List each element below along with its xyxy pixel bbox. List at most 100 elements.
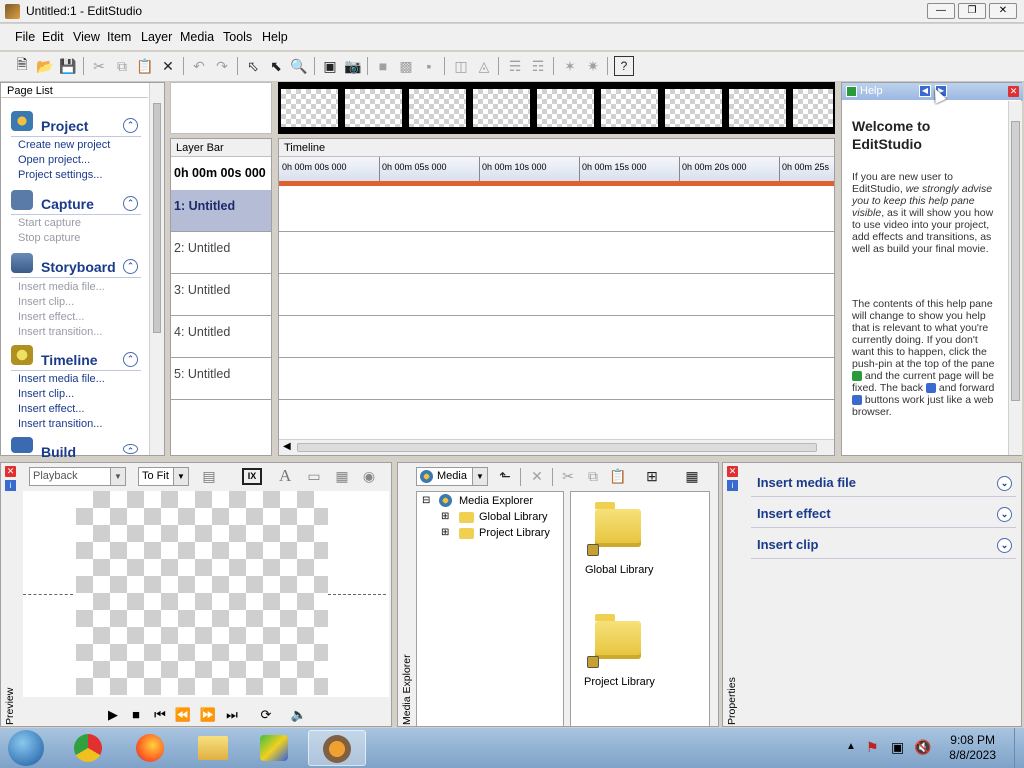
project-library-item[interactable] [587,614,641,668]
collapse-build-icon[interactable]: ⌃ [123,444,138,454]
open-icon[interactable]: 📂 [35,56,55,76]
layer-row-4[interactable]: 4: Untitled [171,316,271,358]
maximize-button[interactable]: ❐ [958,3,986,19]
overlay-icon[interactable]: ◉ [359,466,379,486]
collapse-project-icon[interactable]: ⌃ [123,118,138,133]
menu-media[interactable]: Media [180,30,214,44]
aspect-icon[interactable]: ▤ [199,466,219,486]
menu-layer[interactable]: Layer [141,30,172,44]
link-storyboard-insert-media[interactable]: Insert media file... [18,281,105,293]
timeline-track-4[interactable] [279,316,834,358]
volume-icon[interactable]: 🔈 [290,707,308,723]
explorer-taskbar-button[interactable] [184,730,242,766]
pin-icon[interactable]: ✶ [560,56,580,76]
expand-icon[interactable]: ⌄ [997,507,1012,522]
loop-icon[interactable]: ⟳ [257,707,275,723]
link-open-project[interactable]: Open project... [18,154,90,166]
time-ruler[interactable]: 0h 00m 00s 000 0h 00m 05s 000 0h 00m 10s… [279,157,834,181]
link-timeline-insert-effect[interactable]: Insert effect... [18,403,84,415]
help-scrollbar[interactable] [1008,101,1022,455]
timeline-track-5[interactable] [279,358,834,400]
import-icon[interactable]: ⊞ [642,466,662,486]
link-stop-capture[interactable]: Stop capture [18,232,80,244]
stop-icon[interactable]: ■ [127,707,145,723]
tree-expand-icon[interactable]: ⊞ [441,527,449,538]
rewind-icon[interactable]: ⏪ [174,707,192,723]
save-icon[interactable]: 💾 [58,56,78,76]
timeline-track-2[interactable] [279,232,834,274]
link-timeline-insert-transition[interactable]: Insert transition... [18,418,102,430]
view-mode-icon[interactable]: ▦ [682,466,702,486]
layer-row-5[interactable]: 5: Untitled [171,358,271,400]
prop-insert-media-file[interactable]: Insert media file ⌄ [751,471,1016,497]
cut-icon[interactable]: ✂ [89,56,109,76]
page-list-scrollbar[interactable] [149,83,164,455]
volume-muted-icon[interactable]: 🔇 [914,739,931,756]
play-icon[interactable]: ▶ [104,707,122,723]
scroll-thumb[interactable] [153,103,161,333]
expand-icon[interactable]: ⌄ [997,476,1012,491]
prop-insert-clip[interactable]: Insert clip ⌄ [751,533,1016,559]
link-timeline-insert-clip[interactable]: Insert clip... [18,388,74,400]
copy-icon[interactable]: ⧉ [112,56,132,76]
media-select[interactable]: Media ▼ [416,467,488,486]
info-icon[interactable]: i [5,480,16,491]
close-help-icon[interactable]: ✕ [1008,86,1019,97]
chrome-taskbar-button[interactable] [60,730,118,766]
help-icon[interactable]: ? [614,56,634,76]
distribute-icon[interactable]: ☶ [528,56,548,76]
redo-icon[interactable]: ↷ [212,56,232,76]
split-icon[interactable]: ◫ [451,56,471,76]
tree-root-label[interactable]: Media Explorer [459,495,533,507]
fast-forward-icon[interactable]: ⏩ [199,707,217,723]
link-start-capture[interactable]: Start capture [18,217,81,229]
skip-end-icon[interactable]: ⏭ [223,707,241,723]
link-storyboard-insert-effect[interactable]: Insert effect... [18,311,84,323]
network-icon[interactable]: ▣ [891,739,904,756]
playback-select[interactable]: Playback ▼ [29,467,126,486]
skip-start-icon[interactable]: ⏮ [151,707,169,723]
media-copy-icon[interactable]: ⧉ [583,466,603,486]
close-button[interactable]: ✕ [989,3,1017,19]
unpin-icon[interactable]: ✷ [583,56,603,76]
action-center-icon[interactable]: ⚑ [866,739,879,756]
snapshot-icon[interactable]: 📷 [343,56,363,76]
expand-icon[interactable]: ⌄ [997,538,1012,553]
block-icon[interactable]: ■ [373,56,393,76]
pointer-icon[interactable]: ⬁ [243,56,263,76]
grid-icon[interactable]: ▦ [332,466,352,486]
text-icon[interactable]: A [279,466,291,486]
shape-icon[interactable]: ▭ [304,466,324,486]
project-library-label[interactable]: Project Library [584,676,655,688]
show-hidden-icons[interactable]: ▲ [846,741,856,752]
menu-help[interactable]: Help [262,30,288,44]
timeline-hscrollbar[interactable]: ◀ [279,439,834,455]
select-region-icon[interactable]: ⬉ [266,56,286,76]
media-cut-icon[interactable]: ✂ [558,466,578,486]
timeline-track-1[interactable] [279,186,834,232]
minimize-button[interactable]: — [927,3,955,19]
layer-row-3[interactable]: 3: Untitled [171,274,271,316]
menu-view[interactable]: View [73,30,100,44]
media-delete-icon[interactable]: ✕ [527,466,547,486]
start-orb-icon[interactable] [8,730,44,766]
menu-tools[interactable]: Tools [223,30,252,44]
link-project-settings[interactable]: Project settings... [18,169,102,181]
menu-file[interactable]: File [15,30,35,44]
prop-insert-effect[interactable]: Insert effect ⌄ [751,502,1016,528]
preview-toggle-icon[interactable]: ▣ [320,56,340,76]
scroll-left-icon[interactable]: ◀ [283,441,291,452]
global-library-label[interactable]: Global Library [585,564,653,576]
timeline-track-3[interactable] [279,274,834,316]
tree-collapse-icon[interactable]: ⊟ [422,495,430,506]
collapse-timeline-icon[interactable]: ⌃ [123,352,138,367]
link-timeline-insert-media[interactable]: Insert media file... [18,373,105,385]
editstudio-taskbar-button[interactable] [308,730,366,766]
menu-edit[interactable]: Edit [42,30,64,44]
ix-icon[interactable]: IX [242,468,262,485]
trim-icon[interactable]: ◬ [474,56,494,76]
new-icon[interactable]: 🗎 [12,56,32,76]
link-storyboard-insert-transition[interactable]: Insert transition... [18,326,102,338]
collapse-capture-icon[interactable]: ⌃ [123,196,138,211]
close-properties-icon[interactable]: ✕ [727,466,738,477]
